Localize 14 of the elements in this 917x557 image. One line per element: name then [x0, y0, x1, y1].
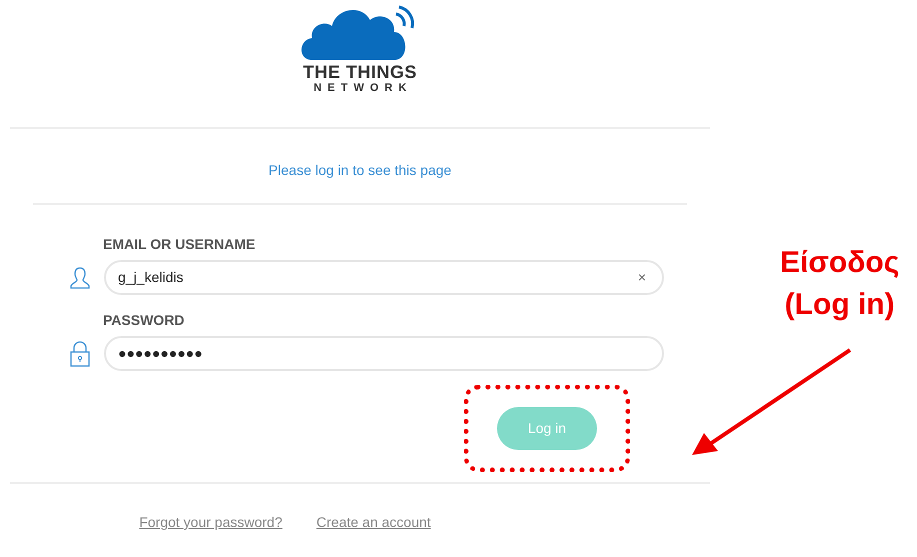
logo-text: THE THINGS: [302, 62, 417, 82]
annotation-title: Είσοδος: [780, 245, 900, 281]
logo-subtext: NETWORK: [314, 82, 412, 94]
username-field[interactable]: g_j_kelidis ×: [104, 260, 664, 295]
login-prompt: Please log in to see this page: [268, 161, 452, 180]
lock-icon: [70, 340, 90, 366]
password-field[interactable]: ●●●●●●●●●●: [104, 336, 664, 371]
field-label: PASSWORD: [103, 311, 184, 330]
user-icon: [70, 266, 90, 288]
field-label: EMAIL OR USERNAME: [103, 235, 256, 254]
footer-link[interactable]: Forgot your password?: [139, 512, 282, 533]
annotation-subtitle: (Log in): [784, 287, 896, 323]
clear-button[interactable]: ×: [638, 267, 646, 288]
footer-link[interactable]: Create an account: [316, 512, 431, 533]
